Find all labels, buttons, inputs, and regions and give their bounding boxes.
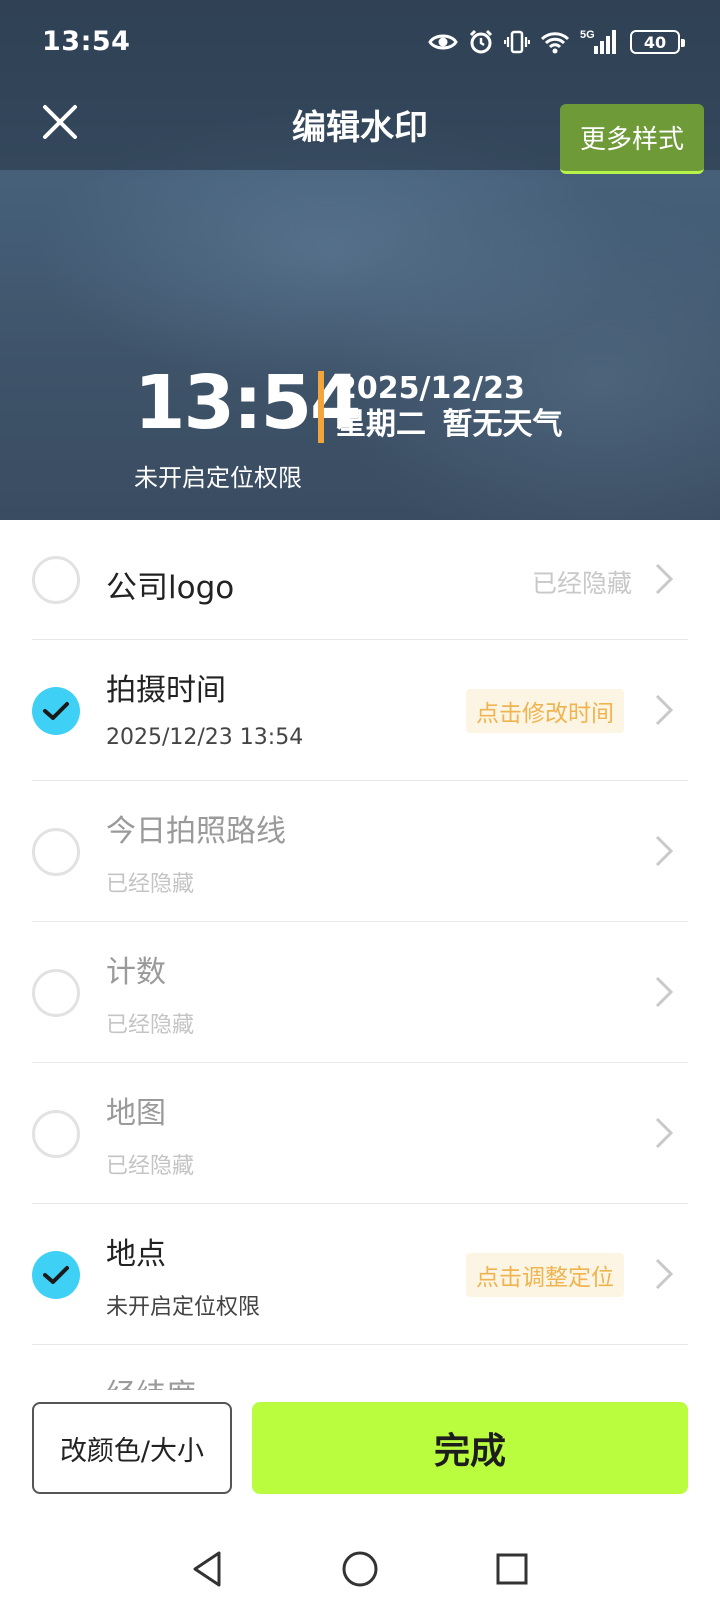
checkbox-unchecked[interactable] [32, 1110, 80, 1158]
home-circle-icon [342, 1551, 378, 1587]
list-item-subtitle: 已经隐藏 [106, 1154, 195, 1179]
recents-square-icon [496, 1553, 528, 1585]
done-button[interactable]: 完成 [252, 1402, 688, 1494]
status-icons: 5G 40 [428, 26, 685, 58]
vibrate-icon [504, 30, 530, 54]
system-nav-bar [0, 1530, 720, 1610]
chevron-right-icon [655, 1117, 674, 1149]
checkbox-unchecked[interactable] [32, 556, 80, 604]
list-item-title: 拍摄时间 [106, 673, 226, 708]
hidden-status: 已经隐藏 [531, 569, 632, 598]
list-item-capture-time[interactable]: 拍摄时间 2025/12/23 13:54 点击修改时间 [32, 641, 688, 781]
signal-icon: 5G [580, 29, 616, 54]
edit-time-button[interactable]: 点击修改时间 [466, 689, 624, 733]
list-item-company-logo[interactable]: 公司logo 已经隐藏 [32, 520, 688, 640]
more-styles-button[interactable]: 更多样式 [560, 104, 704, 174]
watermark-date: 2025/12/23 [336, 371, 525, 406]
list-item-subtitle: 未开启定位权限 [106, 1295, 261, 1320]
checkbox-checked[interactable] [32, 687, 80, 735]
change-color-size-button[interactable]: 改颜色/大小 [32, 1402, 232, 1494]
list-item-title: 地图 [106, 1096, 166, 1131]
list-item-location[interactable]: 地点 未开启定位权限 点击调整定位 [32, 1205, 688, 1345]
checkbox-unchecked[interactable] [32, 969, 80, 1017]
chevron-right-icon [655, 1258, 674, 1290]
list-item-map[interactable]: 地图 已经隐藏 [32, 1064, 688, 1204]
list-item-title: 地点 [106, 1237, 166, 1272]
nav-back-button[interactable] [182, 1544, 232, 1594]
alarm-icon [469, 29, 493, 54]
watermark-location: 未开启定位权限 [134, 464, 302, 492]
list-item-subtitle: 已经隐藏 [106, 872, 195, 897]
watermark-items-list: 公司logo 已经隐藏 拍摄时间 2025/12/23 13:54 点击修改时间… [0, 520, 720, 1390]
list-item-title: 计数 [106, 955, 166, 990]
list-item-coordinates[interactable]: 经纬度 [32, 1346, 688, 1390]
list-item-photo-route[interactable]: 今日拍照路线 已经隐藏 [32, 782, 688, 922]
list-item-subtitle: 已经隐藏 [106, 1013, 195, 1038]
nav-recents-button[interactable] [487, 1544, 537, 1594]
checkbox-checked[interactable] [32, 1251, 80, 1299]
list-item-title: 经纬度 [106, 1370, 196, 1390]
back-triangle-icon [193, 1551, 221, 1587]
eye-icon [428, 34, 458, 50]
chevron-right-icon [655, 835, 674, 867]
watermark-time: 13:54 [134, 360, 362, 446]
nav-home-button[interactable] [335, 1544, 385, 1594]
chevron-right-icon [655, 563, 674, 595]
photo-preview: 13:54 5G 40 编辑水印 更多样式 13:54 2025/12/23 星… [0, 0, 720, 520]
list-item-title: 公司logo [106, 570, 235, 606]
watermark-weekday-weather: 星期二 暂无天气 [336, 407, 563, 442]
battery-icon: 40 [630, 30, 685, 54]
list-item-title: 今日拍照路线 [106, 814, 286, 849]
status-time: 13:54 [42, 26, 131, 57]
wifi-icon [540, 32, 570, 54]
watermark-divider [318, 371, 324, 443]
list-item-subtitle: 2025/12/23 13:54 [106, 725, 304, 750]
chevron-right-icon [655, 694, 674, 726]
chevron-right-icon [655, 976, 674, 1008]
checkbox-unchecked[interactable] [32, 828, 80, 876]
checkmark-icon [43, 1266, 69, 1284]
adjust-location-button[interactable]: 点击调整定位 [466, 1253, 624, 1297]
list-item-count[interactable]: 计数 已经隐藏 [32, 923, 688, 1063]
checkmark-icon [43, 702, 69, 720]
network-type: 5G [580, 29, 595, 41]
